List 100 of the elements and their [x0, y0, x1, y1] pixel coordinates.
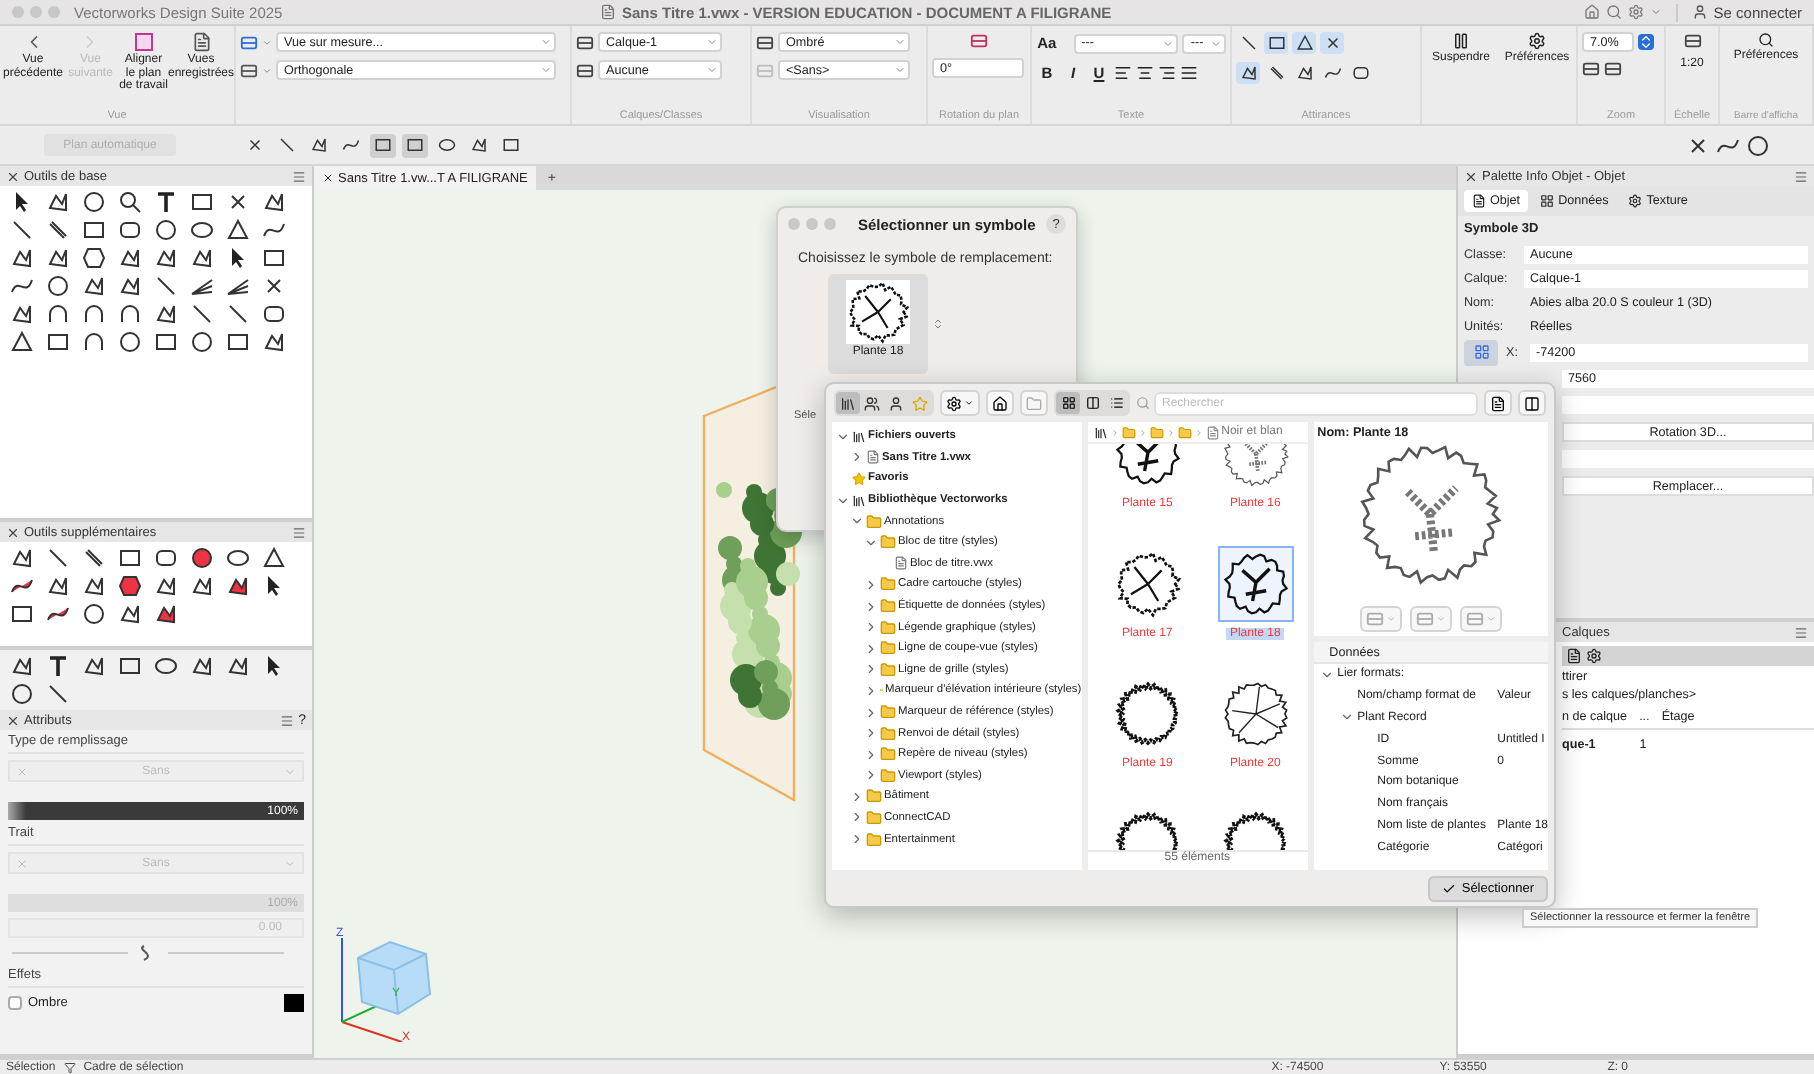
tool-icon[interactable]	[1746, 133, 1770, 157]
mode-toggle[interactable]	[466, 133, 492, 157]
tool-icon[interactable]	[82, 654, 106, 678]
tool-icon[interactable]	[190, 546, 214, 570]
disclosure-toggle[interactable]	[864, 599, 878, 614]
layout-button[interactable]	[1518, 390, 1546, 416]
document-icon[interactable]	[1566, 648, 1582, 664]
snap-toggle[interactable]	[1264, 32, 1288, 54]
tool-icon[interactable]	[118, 302, 142, 326]
input-field[interactable]	[1562, 450, 1814, 468]
tool-icon[interactable]	[226, 274, 250, 298]
color-swatch[interactable]	[284, 994, 304, 1012]
snap-toggle[interactable]	[1320, 32, 1344, 54]
tool-icon[interactable]	[118, 190, 142, 214]
disclosure-toggle[interactable]	[864, 768, 878, 783]
mode-toggle[interactable]	[498, 133, 524, 157]
snap-toggle[interactable]	[1292, 32, 1316, 54]
disclosure-toggle[interactable]	[850, 810, 864, 825]
tool-icon[interactable]	[226, 246, 250, 270]
tool-icon[interactable]	[46, 602, 70, 626]
tool-icon[interactable]	[82, 218, 106, 242]
home-icon[interactable]	[1583, 4, 1600, 20]
tool-icon[interactable]	[190, 274, 214, 298]
tool-icon[interactable]	[10, 190, 34, 214]
tool-icon[interactable]	[1686, 133, 1710, 157]
mode-toggle[interactable]	[434, 133, 460, 157]
align-center-icon[interactable]	[1136, 64, 1154, 82]
tool-icon[interactable]	[154, 546, 178, 570]
disclosure-toggle[interactable]	[836, 493, 850, 508]
tool-icon[interactable]	[82, 546, 106, 570]
checkbox[interactable]	[8, 996, 22, 1010]
tool-icon[interactable]	[190, 330, 214, 354]
disclosure-toggle[interactable]	[864, 662, 878, 677]
settings-icon[interactable]	[1586, 648, 1602, 664]
tool-icon[interactable]	[154, 190, 178, 214]
snap-toggle[interactable]	[1236, 62, 1260, 84]
disclosure-toggle[interactable]	[850, 514, 864, 529]
tool-icon[interactable]	[226, 190, 250, 214]
menu-icon[interactable]	[292, 169, 306, 183]
disclosure-toggle[interactable]	[850, 789, 864, 804]
mode-toggle[interactable]	[306, 133, 332, 157]
close-icon[interactable]	[6, 525, 20, 539]
tool-icon[interactable]	[82, 574, 106, 598]
tool-icon[interactable]	[46, 574, 70, 598]
tool-icon[interactable]	[118, 546, 142, 570]
tool-icon[interactable]	[190, 302, 214, 326]
tool-icon[interactable]	[262, 246, 286, 270]
tool-icon[interactable]	[154, 274, 178, 298]
tool-icon[interactable]	[46, 246, 70, 270]
library-tab[interactable]	[836, 392, 860, 414]
menu-icon[interactable]	[1794, 169, 1808, 183]
stepper-icon[interactable]	[1638, 34, 1654, 50]
tool-icon[interactable]	[46, 330, 70, 354]
tool-icon[interactable]	[46, 546, 70, 570]
tool-icon[interactable]	[262, 302, 286, 326]
tool-icon[interactable]	[226, 302, 250, 326]
disclosure-toggle[interactable]	[850, 832, 864, 847]
folder-icon[interactable]	[1121, 425, 1136, 439]
disclosure-toggle[interactable]	[836, 429, 850, 444]
snap-toggle[interactable]	[1236, 32, 1260, 54]
tool-icon[interactable]	[46, 218, 70, 242]
tool-icon[interactable]	[226, 218, 250, 242]
tool-icon[interactable]	[10, 682, 34, 706]
folder-icon[interactable]	[1177, 425, 1192, 439]
tool-icon[interactable]	[118, 274, 142, 298]
tool-icon[interactable]	[226, 574, 250, 598]
tool-icon[interactable]	[154, 602, 178, 626]
tool-icon[interactable]	[262, 546, 286, 570]
tool-icon[interactable]	[118, 330, 142, 354]
tool-icon[interactable]	[10, 602, 34, 626]
library-tab[interactable]	[860, 392, 884, 414]
tool-icon[interactable]	[154, 330, 178, 354]
tool-icon[interactable]	[10, 330, 34, 354]
search-icon[interactable]	[1605, 4, 1622, 20]
tool-icon[interactable]	[10, 654, 34, 678]
disclosure-toggle[interactable]	[1339, 710, 1354, 725]
tool-icon[interactable]	[118, 574, 142, 598]
tool-icon[interactable]	[154, 574, 178, 598]
tool-icon[interactable]	[154, 302, 178, 326]
tool-icon[interactable]	[262, 274, 286, 298]
align-left-icon[interactable]	[1114, 64, 1132, 82]
align-right-icon[interactable]	[1158, 64, 1176, 82]
disclosure-toggle[interactable]	[864, 620, 878, 635]
tool-icon[interactable]	[82, 246, 106, 270]
tool-icon[interactable]	[262, 218, 286, 242]
disclosure-toggle[interactable]	[864, 683, 878, 698]
tool-icon[interactable]	[190, 218, 214, 242]
menu-icon[interactable]	[280, 713, 295, 727]
tool-icon[interactable]	[10, 246, 34, 270]
close-icon[interactable]	[6, 169, 20, 183]
tool-icon[interactable]	[262, 574, 286, 598]
disclosure-toggle[interactable]	[864, 535, 878, 550]
tool-icon[interactable]	[82, 330, 106, 354]
menu-icon[interactable]	[1794, 625, 1808, 639]
tool-icon[interactable]	[46, 274, 70, 298]
tool-icon[interactable]	[190, 574, 214, 598]
disclosure-toggle[interactable]	[1319, 667, 1334, 682]
mode-toggle[interactable]	[370, 133, 396, 157]
tool-icon[interactable]	[226, 654, 250, 678]
tool-icon[interactable]	[190, 246, 214, 270]
